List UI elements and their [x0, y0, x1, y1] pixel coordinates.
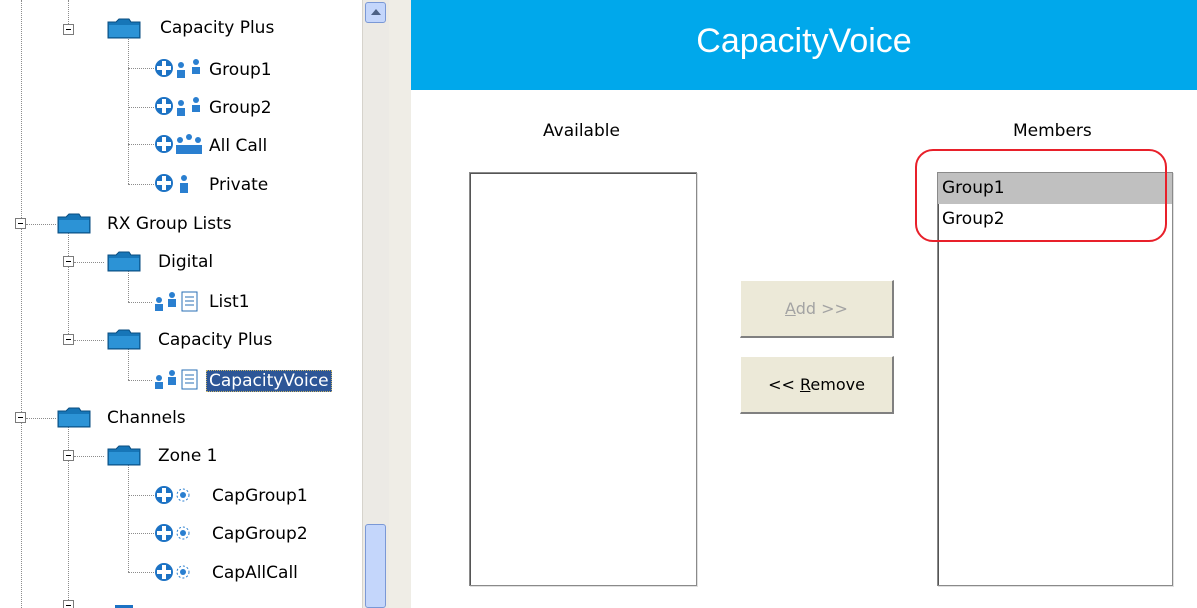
- tree-item-label: Zone 1: [158, 446, 218, 466]
- tree-item-label: CapAllCall: [212, 563, 298, 583]
- tree-item-label: Channels: [107, 408, 186, 428]
- folder-icon: [107, 18, 141, 39]
- navigation-tree[interactable]: Capacity Plus Group1 Group2 All Call Pri…: [0, 0, 362, 608]
- folder-icon: [57, 407, 91, 428]
- folder-icon: [107, 445, 141, 466]
- folder-icon: [107, 329, 141, 350]
- tree-scrollbar[interactable]: [362, 0, 389, 608]
- tree-item-label: RX Group Lists: [107, 214, 232, 234]
- tree-item-label: Group1: [209, 60, 272, 80]
- tree-item-label: All Call: [209, 136, 268, 156]
- all-call-icon: [155, 134, 202, 154]
- highlight-annotation: [915, 149, 1167, 242]
- tree-item-label: Digital: [158, 252, 214, 272]
- tree-item-label: CapGroup2: [212, 524, 308, 544]
- tree-item-label: Private: [209, 175, 269, 195]
- add-button-accesskey: A: [785, 299, 796, 318]
- available-label: Available: [543, 121, 620, 141]
- collapse-toggle[interactable]: [63, 600, 74, 608]
- remove-button-label: emove: [810, 375, 865, 394]
- tree-item-label: CapacityVoice: [206, 370, 332, 392]
- channel-icon: [155, 486, 190, 504]
- collapse-toggle[interactable]: [63, 256, 74, 267]
- collapse-toggle[interactable]: [15, 412, 26, 423]
- panel-header: CapacityVoice: [411, 0, 1197, 90]
- channel-icon: [155, 524, 190, 542]
- tree-item-label: CapGroup1: [212, 486, 308, 506]
- pane-splitter[interactable]: [389, 0, 411, 608]
- page-title: CapacityVoice: [696, 22, 912, 60]
- talkgroup-icon: [155, 59, 200, 78]
- collapse-toggle[interactable]: [15, 218, 26, 229]
- folder-icon: [57, 213, 91, 234]
- tree-item-label: Capacity Plus: [160, 18, 275, 38]
- rx-list-icon: [155, 369, 198, 390]
- folder-icon: [107, 251, 141, 272]
- tree-item-label: Capacity Plus: [158, 330, 273, 350]
- remove-button[interactable]: << Remove: [740, 356, 894, 414]
- remove-button-prefix: <<: [768, 375, 800, 394]
- channel-icon: [155, 563, 190, 581]
- private-call-icon: [155, 174, 188, 193]
- rx-list-icon: [155, 291, 198, 312]
- scroll-thumb[interactable]: [365, 524, 386, 608]
- channel-pool-icon: [115, 605, 133, 608]
- add-button-label: dd >>: [795, 299, 848, 318]
- scroll-up-button[interactable]: [365, 2, 386, 23]
- collapse-toggle[interactable]: [63, 450, 74, 461]
- collapse-toggle[interactable]: [63, 24, 74, 35]
- tree-item-label: List1: [209, 292, 250, 312]
- talkgroup-icon: [155, 97, 200, 116]
- members-label: Members: [1013, 121, 1092, 141]
- tree-item-label: Group2: [209, 98, 272, 118]
- available-listbox[interactable]: [469, 172, 697, 586]
- remove-button-accesskey: R: [799, 375, 811, 394]
- collapse-toggle[interactable]: [63, 334, 74, 345]
- add-button[interactable]: Add >>: [740, 280, 894, 338]
